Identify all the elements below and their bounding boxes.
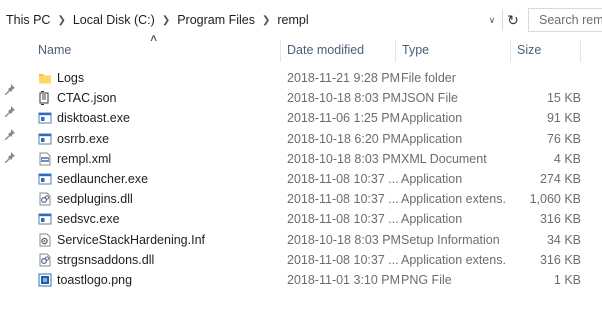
column-header-row: Name Date modified Type Size (0, 38, 602, 64)
file-date-modified: 2018-11-08 10:37 ... (287, 192, 399, 207)
search-placeholder: Search rempl (539, 13, 602, 27)
pin-icon[interactable] (5, 129, 15, 141)
file-name: sedlauncher.exe (57, 171, 149, 186)
file-name: osrrb.exe (57, 131, 110, 146)
column-header-name[interactable]: Name (32, 38, 280, 64)
file-size: 316 KB (539, 212, 581, 227)
address-bar[interactable]: This PC ❯ Local Disk (C:) ❯ Program File… (0, 0, 602, 38)
file-size: 1,060 KB (529, 192, 581, 207)
file-name: disktoast.exe (57, 111, 130, 126)
file-row[interactable]: osrrb.exe 2018-10-18 6:20 PM Application 76… (33, 129, 602, 149)
file-date-modified: 2018-11-21 9:28 PM (287, 71, 401, 85)
file-type: Setup Information (401, 232, 500, 247)
file-type: Application (401, 171, 463, 186)
file-name: sedplugins.dll (57, 192, 133, 207)
breadcrumb-local-disk[interactable]: Local Disk (C:) (73, 13, 155, 27)
file-size: 274 KB (539, 171, 581, 186)
file-row[interactable]: strgsnsaddons.dll 2018-11-08 10:37 ... App… (33, 250, 602, 270)
column-header-date[interactable]: Date modified (281, 38, 395, 64)
file-row[interactable]: ServiceStackHardening.Inf 2018-10-18 8:03… (33, 230, 602, 250)
dll-icon (38, 192, 52, 206)
breadcrumb-rempl[interactable]: rempl (277, 13, 308, 27)
file-type: Application extens... (401, 192, 507, 207)
pin-icon[interactable] (5, 84, 15, 96)
xml-file-icon (38, 152, 52, 166)
file-row[interactable]: disktoast.exe 2018-11-06 1:25 PM Applicati… (33, 108, 602, 128)
search-input[interactable]: Search rempl (528, 8, 602, 32)
chevron-right-icon[interactable]: ❯ (162, 15, 170, 26)
file-size: 4 KB (553, 151, 581, 166)
file-size: 15 KB (546, 91, 581, 106)
file-name: ServiceStackHardening.Inf (57, 232, 205, 247)
dll-icon (38, 253, 52, 267)
folder-icon (38, 71, 52, 85)
png-file-icon (38, 273, 52, 287)
exe-icon (38, 111, 52, 125)
pin-icon[interactable] (5, 152, 15, 164)
file-row[interactable]: toastlogo.png 2018-11-01 3:10 PM PNG File 1… (33, 270, 602, 290)
file-row[interactable]: sedlauncher.exe 2018-11-08 10:37 ... Appli… (33, 169, 602, 189)
breadcrumb[interactable]: This PC ❯ Local Disk (C:) ❯ Program File… (6, 9, 500, 31)
file-row[interactable]: sedplugins.dll 2018-11-08 10:37 ... Applic… (33, 189, 602, 209)
file-name: rempl.xml (57, 151, 112, 166)
file-type: JSON File (401, 91, 458, 106)
file-name: CTAC.json (57, 91, 117, 106)
file-date-modified: 2018-11-08 10:37 ... (287, 171, 399, 186)
pin-icon[interactable] (5, 106, 15, 118)
file-row[interactable]: CTAC.json 2018-10-18 8:03 PM JSON File 15 K… (33, 88, 602, 108)
file-type: XML Document (401, 151, 487, 166)
file-row[interactable]: sedsvc.exe 2018-11-08 10:37 ... Applicatio… (33, 209, 602, 229)
inf-file-icon (38, 233, 52, 247)
exe-icon (38, 132, 52, 146)
file-type: Application extens... (401, 252, 507, 267)
file-type: File folder (401, 71, 456, 85)
json-file-icon (38, 91, 52, 106)
file-date-modified: 2018-10-18 6:20 PM (287, 131, 401, 146)
file-date-modified: 2018-11-08 10:37 ... (287, 252, 399, 267)
exe-icon (38, 212, 52, 226)
file-date-modified: 2018-11-01 3:10 PM (287, 272, 401, 287)
column-header-size[interactable]: Size (511, 38, 581, 64)
file-date-modified: 2018-10-18 8:03 PM (287, 232, 401, 247)
file-name: toastlogo.png (57, 272, 133, 287)
file-date-modified: 2018-10-18 8:03 PM (287, 151, 401, 166)
chevron-right-icon[interactable]: ❯ (262, 15, 270, 26)
file-name: strgsnsaddons.dll (57, 252, 155, 267)
chevron-down-icon[interactable]: ∨ (484, 9, 500, 31)
exe-icon (38, 172, 52, 186)
file-name: sedsvc.exe (57, 212, 120, 227)
file-list: Logs 2018-11-21 9:28 PM File folder CTAC.js… (33, 68, 602, 290)
file-size: 1 KB (553, 272, 581, 287)
file-type: Application (401, 111, 463, 126)
breadcrumb-program-files[interactable]: Program Files (177, 13, 255, 27)
file-row[interactable]: rempl.xml 2018-10-18 8:03 PM XML Document 4… (33, 149, 602, 169)
file-row[interactable]: Logs 2018-11-21 9:28 PM File folder (33, 68, 602, 88)
file-type: Application (401, 131, 463, 146)
breadcrumb-this-pc[interactable]: This PC (6, 13, 50, 27)
refresh-icon[interactable]: ↻ (502, 9, 523, 31)
file-date-modified: 2018-11-06 1:25 PM (287, 111, 401, 126)
file-size: 34 KB (546, 232, 581, 247)
file-name: Logs (57, 71, 85, 85)
file-type: PNG File (401, 272, 452, 287)
file-type: Application (401, 212, 463, 227)
chevron-right-icon[interactable]: ❯ (57, 15, 65, 26)
file-date-modified: 2018-11-08 10:37 ... (287, 212, 399, 227)
column-divider[interactable] (580, 40, 581, 62)
file-size: 76 KB (546, 131, 581, 146)
column-header-type[interactable]: Type (396, 38, 510, 64)
file-date-modified: 2018-10-18 8:03 PM (287, 91, 401, 106)
file-size: 91 KB (546, 111, 581, 126)
file-size: 316 KB (539, 252, 581, 267)
